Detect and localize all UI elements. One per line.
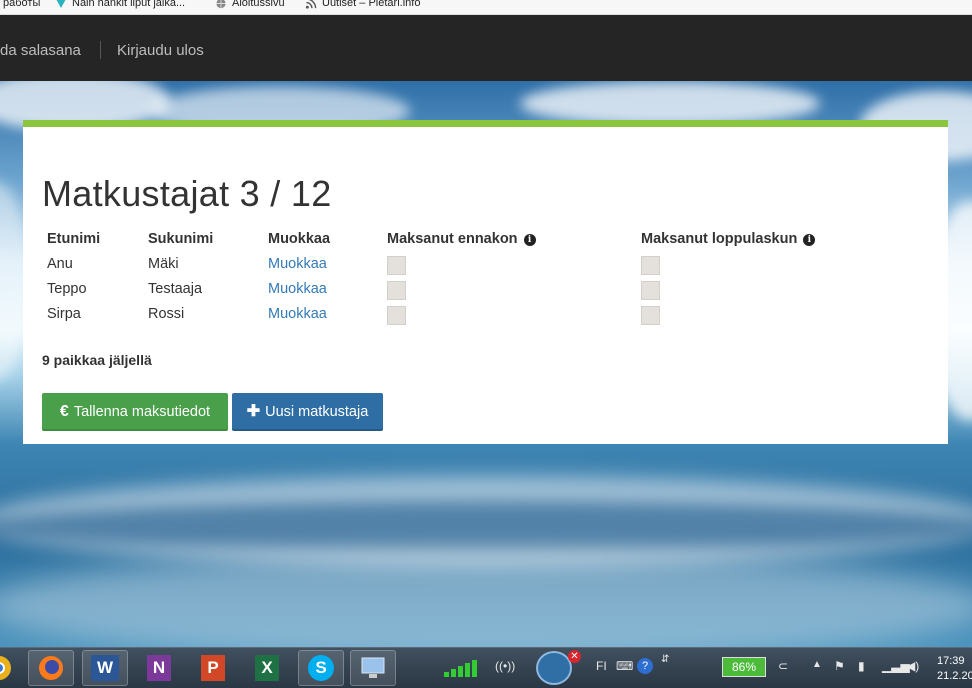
header-edit: Muokkaa [268,231,331,247]
header-final-paid-label: Maksanut loppulaskun [641,231,798,247]
last-name-cell: Rossi [148,305,185,322]
final-paid-checkbox[interactable] [641,256,660,275]
bookmarks-bar: работы Näin hankit liput jalka... Aloitu… [0,0,972,15]
help-icon[interactable]: ? [637,658,653,674]
save-payments-button[interactable]: € Tallenna maksutiedot [42,393,228,431]
table-row: Sirpa Rossi Muokkaa [42,301,846,326]
new-passenger-label: Uusi matkustaja [265,404,369,420]
prepaid-checkbox[interactable] [387,256,406,275]
bookmark-label: Aloitussivu [232,0,285,9]
excel-letter: X [255,655,279,681]
final-paid-checkbox[interactable] [641,306,660,325]
header-last-name: Sukunimi [148,231,214,247]
edit-link[interactable]: Muokkaa [268,306,327,322]
euro-icon: € [59,403,69,420]
final-paid-checkbox[interactable] [641,281,660,300]
header-final-paid: Maksanut loppulaskun i [636,227,846,251]
options-icon[interactable]: ⇵ [661,654,669,665]
first-name-cell: Teppo [47,280,87,297]
system-clock[interactable]: 17:39 21.2.20 [937,654,972,684]
page-title: Matkustajat 3 / 12 [42,173,332,214]
bookmark-label: Uutiset – Pietari.info [322,0,421,9]
powerpoint-icon[interactable]: P [190,650,236,686]
rss-icon [305,0,317,9]
bookmark-item[interactable]: Näin hankit liput jalka... [55,0,185,9]
antenna-icon[interactable]: ((•)) [495,659,515,673]
change-password-link[interactable]: da salasana [0,42,81,59]
word-icon[interactable]: W [82,650,128,686]
top-navbar: da salasana Kirjaudu ulos [0,15,972,81]
table-header-row: Etunimi Sukunimi Muokkaa Maksanut ennako… [42,227,846,251]
skype-icon[interactable]: S [298,650,344,686]
language-indicator[interactable]: FI [596,659,607,673]
network-signal-icon[interactable] [444,658,488,678]
edit-link[interactable]: Muokkaa [268,256,327,272]
last-name-cell: Mäki [148,255,179,272]
passengers-card: Matkustajat 3 / 12 Etunimi Sukunimi Muok… [23,120,948,444]
bookmark-item[interactable]: Uutiset – Pietari.info [305,0,420,9]
info-icon[interactable]: i [803,234,816,246]
logout-link[interactable]: Kirjaudu ulos [117,42,204,59]
save-payments-label: Tallenna maksutiedot [73,404,211,420]
excel-icon[interactable]: X [244,650,290,686]
nav-divider [100,41,101,59]
bookmark-label: Näin hankit liput jalka... [72,0,186,9]
table-row: Anu Mäki Muokkaa [42,251,846,276]
header-prepaid: Maksanut ennakon i [382,227,636,251]
first-name-cell: Sirpa [47,305,81,322]
remote-desktop-icon[interactable] [350,650,396,686]
chrome-icon[interactable] [0,650,22,686]
info-icon[interactable]: i [523,234,536,246]
bookmark-label: работы [3,0,41,9]
bookmark-item[interactable]: работы [3,0,40,9]
battery-indicator[interactable]: 86% [722,657,766,677]
volume-icon[interactable]: ◀) [906,659,919,673]
passengers-table: Etunimi Sukunimi Muokkaa Maksanut ennako… [42,227,846,326]
power-plug-icon[interactable]: ⊂ [778,659,788,673]
powerpoint-letter: P [201,655,225,681]
onenote-letter: N [146,655,172,681]
device-icon[interactable]: ▮ [858,659,865,673]
close-badge-icon: ✕ [568,650,581,663]
last-name-cell: Testaaja [148,280,203,297]
flag-icon[interactable]: ⚑ [834,659,845,673]
onenote-icon[interactable]: N [136,650,182,686]
clock-date: 21.2.20 [937,670,972,682]
globe-icon [216,0,226,8]
edit-link[interactable]: Muokkaa [268,281,327,297]
plus-icon: ✚ [246,403,261,420]
prepaid-checkbox[interactable] [387,281,406,300]
skype-letter: S [308,655,334,681]
clock-time: 17:39 [937,655,965,667]
seats-remaining: 9 paikkaa jäljellä [42,352,152,368]
bookmark-item[interactable]: Aloitussivu [215,0,285,9]
first-name-cell: Anu [47,255,73,272]
word-letter: W [90,655,120,681]
prepaid-checkbox[interactable] [387,306,406,325]
header-first-name: Etunimi [47,231,101,247]
header-prepaid-label: Maksanut ennakon [387,231,518,247]
new-passenger-button[interactable]: ✚ Uusi matkustaja [232,393,383,431]
show-hidden-icons[interactable]: ▲ [812,659,822,670]
bookmark-icon [56,0,66,8]
firefox-icon[interactable] [28,650,74,686]
keyboard-icon[interactable]: ⌨ [616,659,633,673]
table-row: Teppo Testaaja Muokkaa [42,276,846,301]
windows-taskbar: W N P X S ((•)) ✕ FI ⌨ ? ⇵ 86% ⊂ ▲ ⚑ ▮ ▁… [0,647,972,688]
car-app-icon[interactable] [536,651,572,685]
